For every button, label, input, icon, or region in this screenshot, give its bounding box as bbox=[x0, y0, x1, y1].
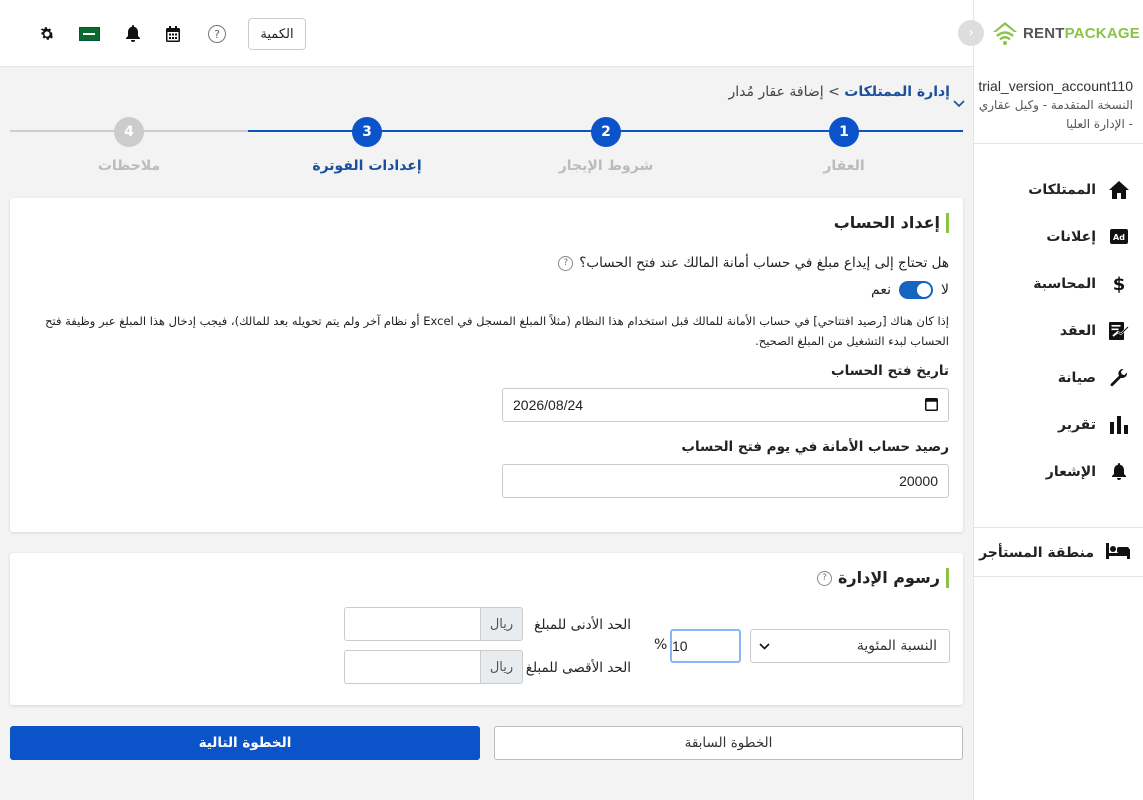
help-icon[interactable]: ? bbox=[816, 570, 832, 586]
open-date-value: 2026/08/24 bbox=[513, 397, 584, 413]
quantity-button[interactable]: الكمية bbox=[248, 18, 306, 50]
min-amount-input[interactable] bbox=[344, 607, 481, 641]
step-3-circle[interactable]: 3 bbox=[352, 117, 382, 147]
step-4-circle[interactable]: 4 bbox=[114, 117, 144, 147]
sidebar-collapse-button[interactable]: › bbox=[958, 20, 984, 46]
top-bar: ? الكمية bbox=[0, 0, 973, 67]
sidebar-item-tenant-area[interactable]: منطقة المستأجر bbox=[974, 531, 1143, 575]
open-date-label: تاريخ فتح الحساب bbox=[831, 363, 949, 379]
fee-percent-input[interactable]: 10 bbox=[670, 629, 741, 663]
deposit-question: هل تحتاج إلى إيداع مبلغ في حساب أمانة ال… bbox=[558, 255, 949, 271]
section-title: إعداد الحساب bbox=[834, 213, 949, 233]
wrench-icon bbox=[1108, 367, 1130, 389]
max-amount-label: الحد الأقصى للمبلغ bbox=[525, 660, 631, 676]
stepper: 1 العقار 2 شروط الإيجار 3 إعدادات الفوتر… bbox=[10, 110, 963, 190]
sidebar-item-properties[interactable]: الممتلكات bbox=[974, 166, 1143, 213]
toggle-yes-label: نعم bbox=[871, 282, 892, 298]
sidebar-item-label: المحاسبة bbox=[1033, 275, 1096, 292]
calendar-icon[interactable] bbox=[925, 397, 938, 414]
open-date-input[interactable]: 2026/08/24 bbox=[502, 388, 949, 422]
help-icon[interactable]: ? bbox=[207, 24, 227, 44]
dollar-icon: $ bbox=[1108, 273, 1130, 295]
breadcrumb-current: إضافة عقار مُدار bbox=[728, 84, 824, 100]
sidebar-item-label: الإشعار bbox=[1045, 463, 1096, 480]
sidebar-item-label: إعلانات bbox=[1046, 228, 1096, 245]
logo-text: RENTPACKAGE bbox=[1023, 25, 1140, 42]
sidebar-nav: الممتلكات إعلانات Ad المحاسبة $ العقد صي… bbox=[974, 166, 1143, 495]
account-role: النسخة المتقدمة - وكيل عقاري - الإدارة ا… bbox=[978, 98, 1133, 131]
fee-type-select[interactable]: النسبة المئوية bbox=[750, 629, 950, 663]
management-fees-card: رسوم الإدارة ? النسبة المئوية 10 % الحد … bbox=[10, 553, 963, 705]
toggle-no-label: لا bbox=[941, 282, 949, 298]
account-info[interactable]: trial_version_account110 النسخة المتقدمة… bbox=[973, 78, 1133, 134]
breadcrumb: إدارة الممتلكات > إضافة عقار مُدار bbox=[729, 84, 950, 100]
bell-icon[interactable] bbox=[123, 24, 143, 44]
divider bbox=[974, 576, 1143, 577]
max-amount-input[interactable] bbox=[344, 650, 481, 684]
sidebar-item-ads[interactable]: إعلانات Ad bbox=[974, 213, 1143, 260]
step-4-label: ملاحظات bbox=[97, 158, 161, 174]
previous-step-button[interactable]: الخطوة السابقة bbox=[494, 726, 963, 760]
svg-text:$: $ bbox=[1113, 274, 1125, 294]
help-glyph: ? bbox=[563, 258, 569, 268]
section-title-text: رسوم الإدارة bbox=[837, 568, 940, 587]
deposit-question-text: هل تحتاج إلى إيداع مبلغ في حساب أمانة ال… bbox=[579, 255, 949, 271]
next-step-button[interactable]: الخطوة التالية bbox=[10, 726, 480, 760]
step-2-circle[interactable]: 2 bbox=[591, 117, 621, 147]
logo-package: PACKAGE bbox=[1064, 24, 1140, 42]
deposit-toggle-row: لا نعم bbox=[871, 281, 949, 299]
currency-addon: ريال bbox=[480, 607, 523, 641]
sidebar-item-report[interactable]: تقرير bbox=[974, 401, 1143, 448]
rentpackage-logo-icon bbox=[993, 22, 1017, 45]
calendar-icon[interactable] bbox=[163, 24, 183, 44]
deposit-toggle[interactable] bbox=[899, 281, 934, 299]
account-setup-card: إعداد الحساب هل تحتاج إلى إيداع مبلغ في … bbox=[10, 198, 963, 532]
sidebar-item-label: العقد bbox=[1059, 322, 1096, 339]
saudi-flag-icon[interactable] bbox=[78, 24, 100, 44]
step-2-label: شروط الإيجار bbox=[558, 158, 654, 174]
sidebar-item-label: صيانة bbox=[1057, 369, 1096, 386]
logo-rent: RENT bbox=[1023, 24, 1065, 42]
sidebar-item-maintenance[interactable]: صيانة bbox=[974, 354, 1143, 401]
percent-sign: % bbox=[654, 637, 668, 653]
ad-icon: Ad bbox=[1108, 226, 1130, 248]
divider bbox=[974, 143, 1143, 144]
balance-value: 20000 bbox=[899, 473, 938, 489]
currency-addon: ريال bbox=[480, 650, 523, 684]
fee-percent-value: 10 bbox=[672, 638, 688, 654]
account-name: trial_version_account110 bbox=[978, 78, 1133, 94]
sidebar-item-accounting[interactable]: المحاسبة $ bbox=[974, 260, 1143, 307]
fee-type-selected: النسبة المئوية bbox=[856, 638, 937, 654]
step-1-label: العقار bbox=[823, 158, 865, 174]
contract-icon bbox=[1108, 320, 1130, 342]
step-3-label: إعدادات الفوترة bbox=[312, 158, 422, 174]
logo[interactable]: RENTPACKAGE bbox=[991, 20, 1140, 46]
opening-balance-note: إذا كان هناك [رصيد افتتاحي] في حساب الأم… bbox=[45, 314, 949, 348]
sidebar-item-contract[interactable]: العقد bbox=[974, 307, 1143, 354]
chevron-down-icon bbox=[759, 638, 770, 654]
bar-chart-icon bbox=[1108, 414, 1130, 436]
chevron-right-icon: › bbox=[968, 25, 974, 41]
help-glyph: ? bbox=[208, 25, 226, 43]
svg-text:Ad: Ad bbox=[1113, 233, 1125, 242]
sidebar-item-label: تقرير bbox=[1057, 416, 1096, 433]
bed-icon bbox=[1106, 543, 1130, 563]
sidebar-item-notification[interactable]: الإشعار bbox=[974, 448, 1143, 495]
balance-input[interactable]: 20000 bbox=[502, 464, 949, 498]
min-amount-label: الحد الأدنى للمبلغ bbox=[534, 617, 631, 633]
settings-icon[interactable] bbox=[37, 24, 57, 44]
breadcrumb-parent-link[interactable]: إدارة الممتلكات bbox=[844, 84, 950, 100]
balance-label: رصيد حساب الأمانة في يوم فتح الحساب bbox=[681, 439, 949, 455]
breadcrumb-separator: > bbox=[828, 84, 840, 100]
section-title: رسوم الإدارة ? bbox=[816, 568, 949, 588]
help-icon[interactable]: ? bbox=[558, 255, 574, 271]
sidebar-item-label: منطقة المستأجر bbox=[979, 545, 1094, 561]
home-icon bbox=[1108, 179, 1130, 201]
help-glyph: ? bbox=[822, 573, 827, 583]
sidebar: › RENTPACKAGE trial_version_account110 ا… bbox=[958, 0, 1143, 800]
divider bbox=[974, 527, 1143, 528]
bell-icon bbox=[1108, 461, 1130, 483]
step-1-circle[interactable]: 1 bbox=[829, 117, 859, 147]
sidebar-item-label: الممتلكات bbox=[1028, 181, 1096, 198]
